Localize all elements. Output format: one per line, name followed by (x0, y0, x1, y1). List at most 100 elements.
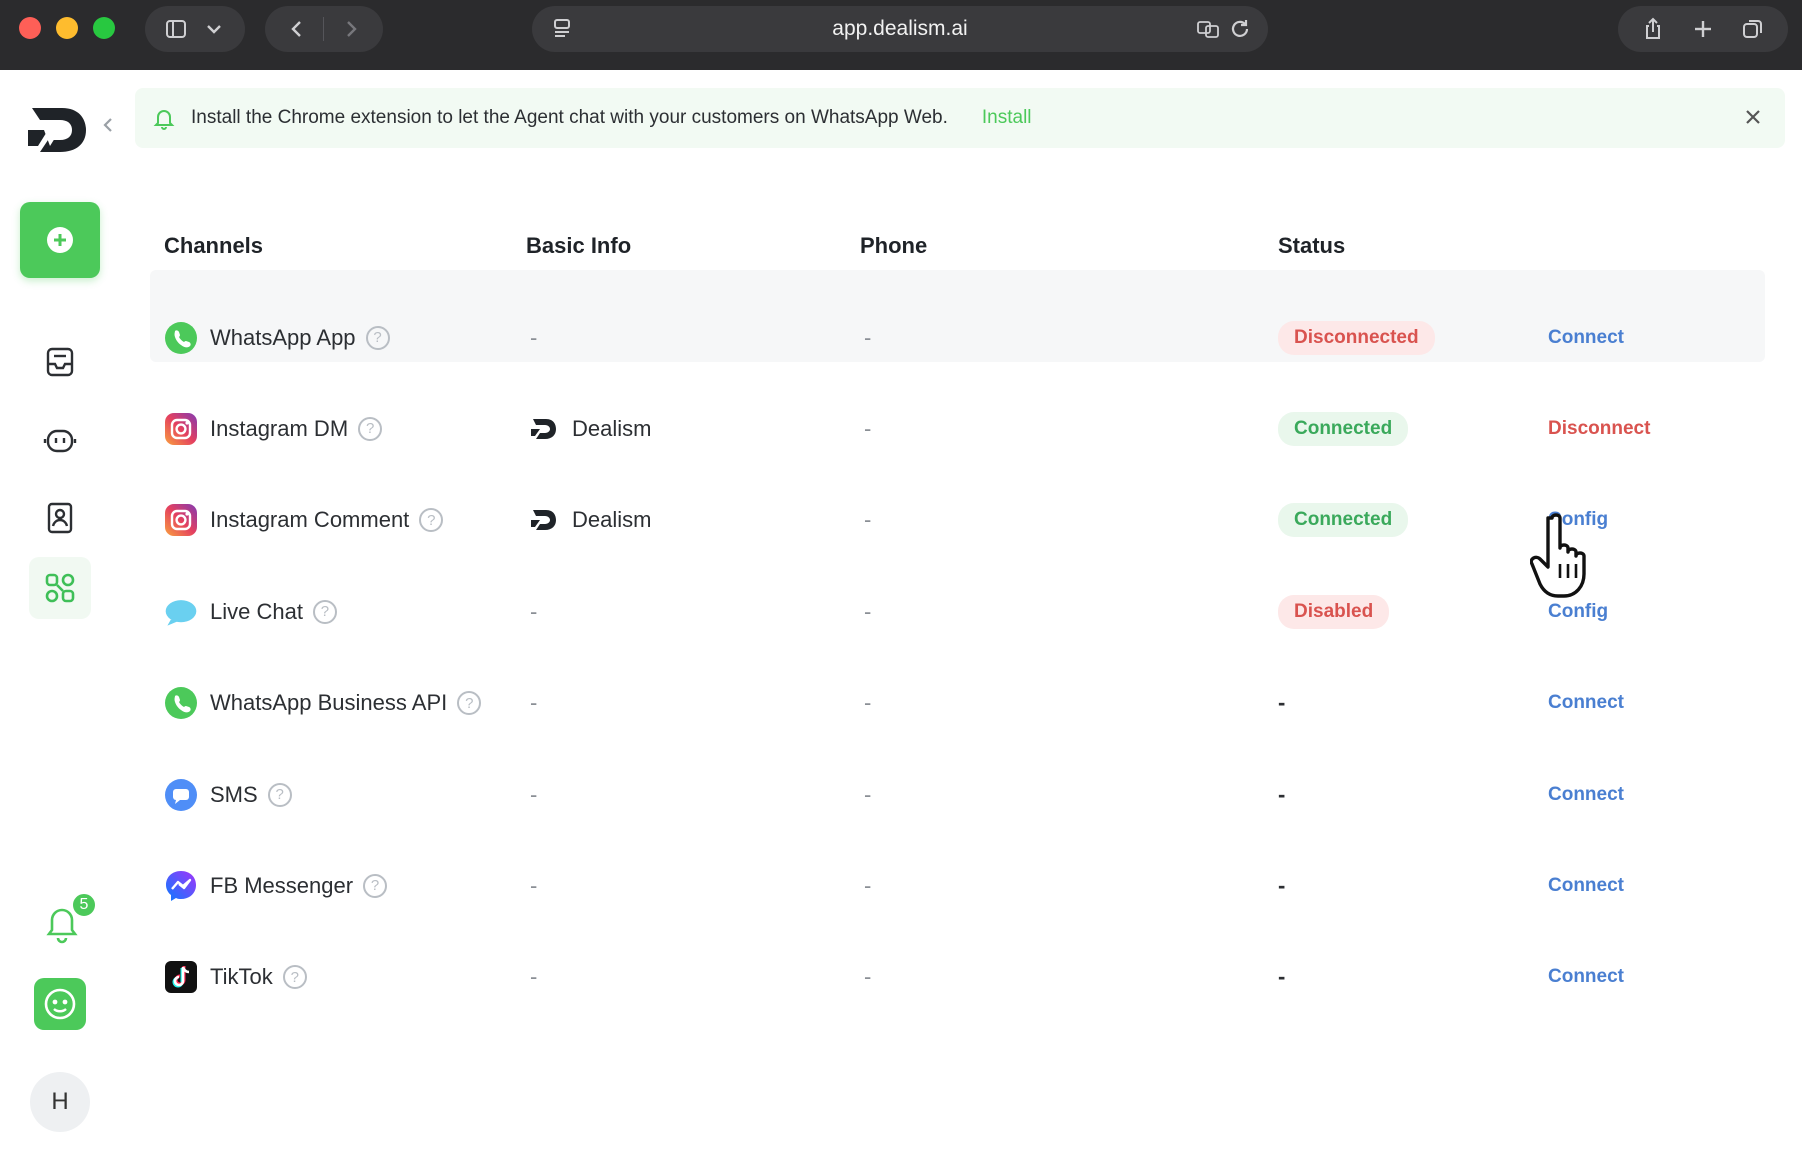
table-row: WhatsApp App? - - Disconnected Connect (150, 292, 1765, 383)
status-badge: Disabled (1278, 594, 1390, 629)
channel-cell: Instagram DM? (164, 383, 383, 474)
user-avatar[interactable]: H (30, 1072, 90, 1132)
empty-value: - (530, 690, 538, 716)
phone-value: - (864, 964, 872, 990)
channel-cell: WhatsApp App? (164, 292, 390, 383)
phone-value: - (864, 598, 872, 624)
dealism-logo[interactable] (26, 100, 90, 160)
phone-cell: - (864, 292, 871, 383)
phone-value: - (864, 415, 872, 441)
basic-info-cell: - (530, 840, 537, 931)
account-logo-icon (530, 506, 572, 534)
help-icon[interactable]: ? (419, 508, 444, 533)
messenger-icon (164, 869, 198, 903)
help-icon[interactable]: ? (282, 965, 307, 990)
inbox-icon[interactable] (36, 338, 84, 386)
basic-info-cell: - (530, 932, 537, 1023)
disconnect-button[interactable]: Disconnect (1548, 418, 1650, 440)
table-row: FB Messenger? - - - Connect (150, 840, 1765, 931)
status-cell: Disabled (1278, 566, 1390, 657)
channel-cell: Instagram Comment? (164, 475, 444, 566)
channel-name: TikTok (210, 964, 273, 990)
tab-overview-icon[interactable] (1739, 15, 1767, 43)
window-minimize-button[interactable] (56, 17, 78, 39)
header-phone: Phone (860, 233, 928, 258)
help-icon[interactable]: ? (457, 691, 482, 716)
channel-name: SMS (210, 781, 258, 807)
phone-value: - (864, 507, 872, 533)
new-tab-icon[interactable] (1689, 15, 1717, 43)
window-close-button[interactable] (19, 17, 41, 39)
action-cell: Config (1548, 475, 1608, 566)
forward-icon[interactable] (337, 15, 365, 43)
empty-value: - (530, 598, 538, 624)
config-button[interactable]: Config (1548, 509, 1608, 531)
contacts-icon[interactable] (36, 494, 84, 542)
connect-button[interactable]: Connect (1548, 875, 1624, 897)
status-cell: - (1278, 749, 1285, 840)
status-badge: Connected (1278, 503, 1409, 538)
instagram-icon (164, 412, 198, 446)
channel-cell: SMS? (164, 749, 292, 840)
status-cell: Connected (1278, 383, 1409, 474)
account-logo-icon (530, 415, 572, 443)
status-cell: Connected (1278, 475, 1409, 566)
help-icon[interactable]: ? (358, 416, 383, 441)
sidebar-toggle-icon[interactable] (162, 15, 190, 43)
status-value: - (1278, 872, 1286, 898)
channel-cell: Live Chat? (164, 566, 337, 657)
connect-button[interactable]: Connect (1548, 327, 1624, 349)
basic-info-cell: - (530, 658, 537, 749)
channel-cell: WhatsApp Business API? (164, 658, 482, 749)
install-link[interactable]: Install (982, 107, 1032, 129)
basic-info-cell: - (530, 749, 537, 840)
connect-button[interactable]: Connect (1548, 966, 1624, 988)
browser-toolbar: app.dealism.ai (0, 0, 1802, 70)
help-icon[interactable]: ? (267, 782, 292, 807)
empty-value: - (530, 781, 538, 807)
basic-info-cell: Dealism (530, 475, 651, 566)
phone-value: - (864, 690, 872, 716)
close-icon[interactable] (1741, 105, 1765, 129)
header-basic-info: Basic Info (526, 233, 632, 258)
live-chat-icon (164, 595, 198, 629)
channel-cell: FB Messenger? (164, 840, 388, 931)
empty-value: - (530, 324, 538, 350)
help-icon[interactable]: ? (365, 325, 390, 350)
status-cell: - (1278, 932, 1285, 1023)
config-button[interactable]: Config (1548, 601, 1608, 623)
translate-icon[interactable] (1194, 15, 1222, 43)
back-icon[interactable] (283, 15, 311, 43)
action-cell: Connect (1548, 749, 1624, 840)
address-bar[interactable]: app.dealism.ai (532, 6, 1268, 52)
account-name: Dealism (572, 415, 652, 441)
navigation-group (265, 6, 383, 52)
phone-cell: - (864, 840, 871, 931)
whatsapp-icon (164, 686, 198, 720)
new-button[interactable] (20, 202, 100, 278)
basic-info-cell: - (530, 292, 537, 383)
assistant-icon (44, 988, 76, 1020)
header-status: Status (1278, 233, 1346, 258)
bell-icon (153, 110, 175, 130)
phone-cell: - (864, 749, 871, 840)
table-row: Instagram DM? Dealism - Connected Disconnect (150, 383, 1765, 474)
share-icon[interactable] (1639, 15, 1667, 43)
assistant-button[interactable] (34, 978, 86, 1030)
table-row: WhatsApp Business API? - - - Connect (150, 658, 1765, 749)
connect-button[interactable]: Connect (1548, 784, 1624, 806)
phone-value: - (864, 324, 872, 350)
connect-button[interactable]: Connect (1548, 692, 1624, 714)
empty-value: - (530, 964, 538, 990)
status-value: - (1278, 964, 1286, 990)
window-zoom-button[interactable] (93, 17, 115, 39)
collapse-sidebar-icon[interactable] (100, 115, 116, 140)
agent-bot-icon[interactable] (36, 416, 84, 464)
channels-icon[interactable] (29, 557, 91, 619)
action-cell: Connect (1548, 840, 1624, 931)
url-text: app.dealism.ai (832, 17, 968, 40)
chevron-down-icon[interactable] (200, 15, 228, 43)
help-icon[interactable]: ? (312, 599, 337, 624)
help-icon[interactable]: ? (363, 873, 388, 898)
reload-icon[interactable] (1226, 15, 1254, 43)
